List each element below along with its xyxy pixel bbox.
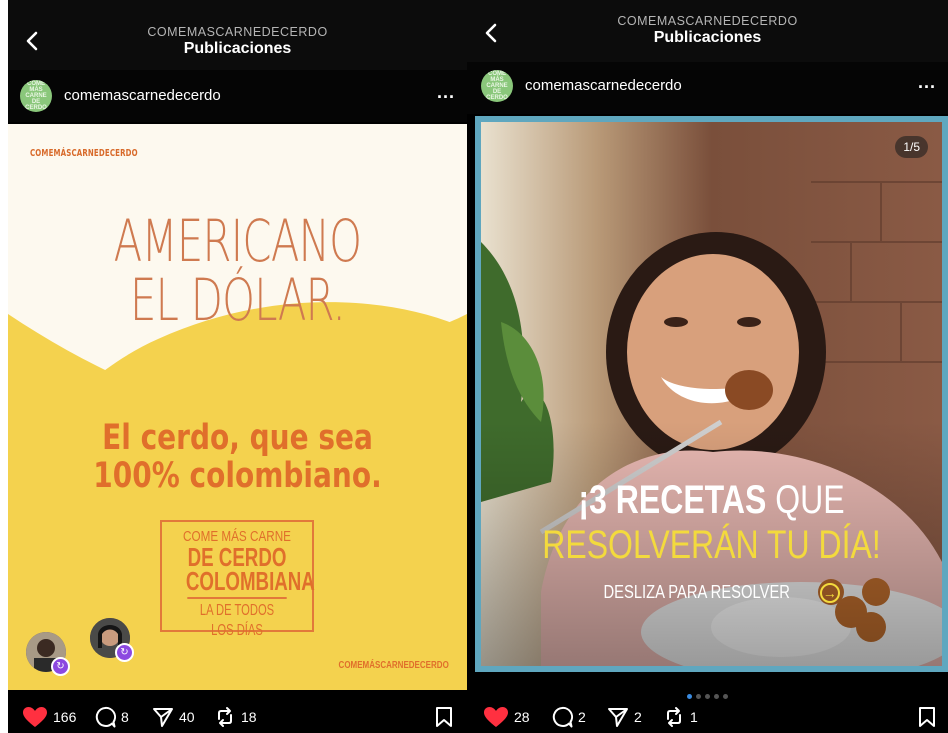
stamp-line-4: LA DE TODOS LOS DÍAS	[187, 597, 287, 641]
header-subtitle: COMEMASCARNEDECERDO	[147, 25, 328, 39]
bookmark-icon[interactable]	[918, 706, 936, 733]
top-bar: COMEMASCARNEDECERDO Publicaciones	[467, 0, 948, 62]
subheadline-line-1: El cerdo, que sea	[102, 418, 373, 458]
carousel-pager: 1/5	[895, 136, 928, 158]
header-titles: COMEMASCARNEDECERDO Publicaciones	[527, 14, 888, 47]
like-button[interactable]: 28	[483, 706, 530, 728]
collab-badge-icon: ↻	[115, 643, 134, 662]
action-bar: 166 8 40 18	[8, 698, 467, 733]
heart-icon	[23, 707, 47, 727]
user-avatar[interactable]: COME MÁS CARNE DE CERDO	[481, 70, 513, 102]
post-image-frame[interactable]: 1/5 ¡3 RECETAS QUE RESOLVERÁN TU DÍA! DE…	[475, 116, 948, 672]
post-user-row: COME MÁS CARNE DE CERDO comemascarnedece…	[467, 62, 948, 114]
brand-top-text: COMEMÁSCARNEDECERDO	[30, 148, 138, 159]
swipe-text: DESLIZA PARA RESOLVER	[603, 582, 791, 602]
user-avatar[interactable]: COME MÁS CARNE DE CERDO	[20, 80, 52, 112]
repost-icon	[667, 707, 681, 727]
back-chevron-icon[interactable]	[481, 22, 503, 44]
like-button[interactable]: 166	[22, 706, 76, 728]
repost-count: 1	[690, 709, 698, 725]
comment-icon	[95, 706, 116, 728]
action-bar: 28 2 2 1	[467, 698, 948, 733]
subheadline-line-2: 100% colombiano.	[93, 455, 382, 496]
username[interactable]: comemascarnedecerdo	[64, 87, 221, 104]
comment-icon	[552, 706, 573, 728]
right-post-screen: COMEMASCARNEDECERDO Publicaciones COME M…	[467, 0, 948, 733]
comment-button[interactable]: 8	[94, 706, 129, 728]
header-subtitle: COMEMASCARNEDECERDO	[617, 14, 798, 28]
username[interactable]: comemascarnedecerdo	[525, 77, 682, 94]
brand-bottom-text: COMEMÁSCARNEDECERDO	[338, 660, 449, 671]
recipe-title-line-2: RESOLVERÁN TU DÍA!	[542, 523, 881, 567]
share-button[interactable]: 2	[607, 706, 642, 728]
header-title: Publicaciones	[653, 29, 762, 46]
more-options-icon[interactable]: ...	[918, 72, 936, 93]
share-icon	[153, 708, 173, 727]
collaborator-avatar[interactable]: ↻	[26, 632, 70, 676]
comment-button[interactable]: 2	[551, 706, 586, 728]
headline-line-1: AMERICANO	[113, 207, 362, 275]
header-title: Publicaciones	[183, 40, 292, 57]
recipe-title-bold: ¡3 RECETAS	[578, 478, 767, 522]
more-options-icon[interactable]: ...	[437, 82, 455, 103]
repost-icon	[218, 707, 232, 727]
top-bar: COMEMASCARNEDECERDO Publicaciones	[8, 0, 467, 70]
left-post-screen: COMEMASCARNEDECERDO Publicaciones COME M…	[8, 0, 467, 733]
swipe-prompt: DESLIZA PARA RESOLVER →	[481, 582, 942, 604]
brand-stamp: COME MÁS CARNE DE CERDO COLOMBIANA LA DE…	[160, 520, 315, 639]
repost-button[interactable]: 18	[214, 706, 257, 728]
header-titles: COMEMASCARNEDECERDO Publicaciones	[8, 25, 467, 58]
repost-count: 18	[241, 709, 257, 725]
recipe-title-thin: QUE	[766, 478, 845, 522]
stamp-line-3: COLOMBIANA	[185, 566, 315, 596]
arrow-circle-icon[interactable]: →	[819, 583, 840, 604]
collaborator-avatar[interactable]: ↻	[90, 618, 134, 662]
recipe-title-line-1: ¡3 RECETAS QUE	[527, 478, 896, 522]
share-count: 40	[179, 709, 195, 725]
repost-button[interactable]: 1	[663, 706, 698, 728]
share-count: 2	[634, 709, 642, 725]
collab-badge-icon: ↻	[51, 657, 70, 676]
comment-count: 2	[578, 709, 586, 725]
post-photo: 1/5 ¡3 RECETAS QUE RESOLVERÁN TU DÍA! DE…	[481, 122, 942, 666]
avatar-logo-text: COME MÁS CARNE DE CERDO	[25, 81, 47, 111]
bookmark-icon[interactable]	[435, 706, 453, 733]
post-subheadline: El cerdo, que sea 100% colombiano.	[8, 418, 467, 496]
like-count: 166	[53, 709, 77, 725]
comment-count: 8	[121, 709, 129, 725]
like-count: 28	[514, 709, 530, 725]
share-button[interactable]: 40	[152, 706, 195, 728]
avatar-logo-text: COME MÁS CARNE DE CERDO	[486, 71, 508, 101]
post-image[interactable]: COMEMÁSCARNEDECERDO AMERICANO EL DÓLAR. …	[8, 124, 467, 690]
post-headline: AMERICANO EL DÓLAR.	[8, 207, 467, 335]
heart-icon	[484, 707, 508, 727]
headline-line-2: EL DÓLAR.	[129, 266, 346, 335]
share-icon	[608, 708, 628, 727]
post-user-row: COME MÁS CARNE DE CERDO comemascarnedece…	[8, 70, 467, 122]
recipe-title: ¡3 RECETAS QUE RESOLVERÁN TU DÍA!	[481, 478, 942, 568]
